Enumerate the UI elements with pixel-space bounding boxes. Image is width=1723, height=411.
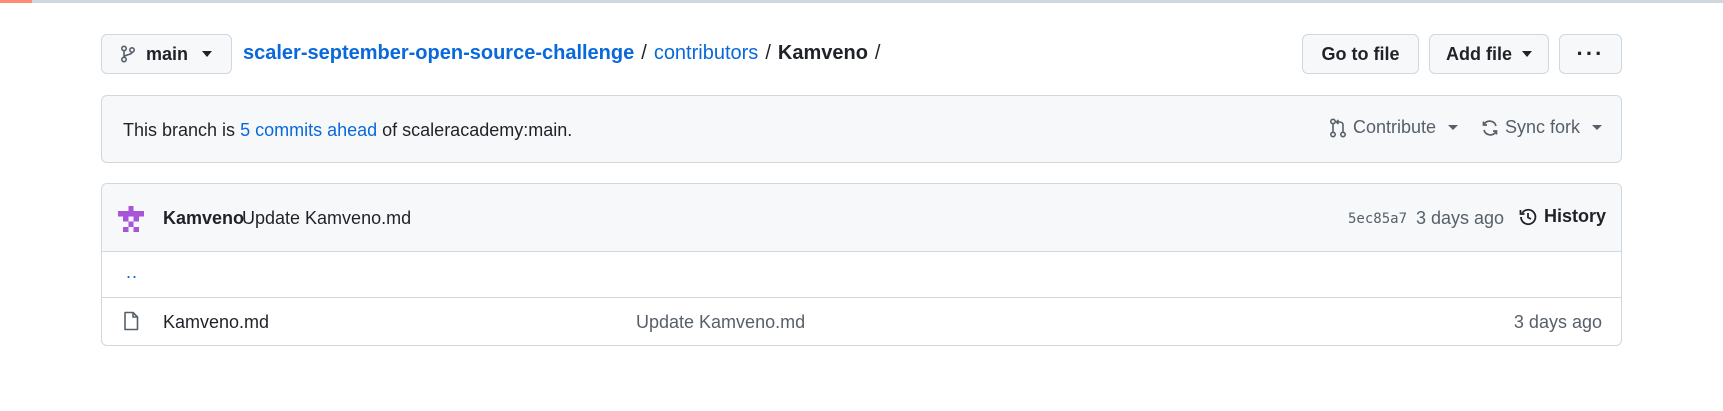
history-label: History: [1544, 206, 1607, 226]
commit-sha-link[interactable]: 5ec85a7: [1348, 211, 1407, 227]
contribute-button[interactable]: Contribute: [1329, 117, 1459, 138]
branch-status-text: This branch is 5 commits ahead of scaler…: [123, 120, 572, 141]
commits-ahead-link[interactable]: 5 commits ahead: [240, 120, 377, 140]
chevron-down-icon: [1448, 125, 1459, 130]
commit-author-link[interactable]: Kamveno: [163, 208, 244, 229]
page-load-progress: [0, 0, 32, 3]
history-link[interactable]: History: [1518, 206, 1606, 227]
top-border: [0, 0, 1723, 3]
branch-name: main: [146, 43, 189, 64]
breadcrumb-folder-link[interactable]: contributors: [654, 42, 759, 65]
breadcrumb: scaler-september-open-source-challenge /…: [243, 42, 887, 65]
commit-message-link[interactable]: Update Kamveno.md: [242, 208, 411, 229]
history-icon: [1519, 208, 1537, 225]
commit-time: 3 days ago: [1416, 208, 1505, 228]
latest-commit-row: Kamveno Update Kamveno.md 5ec85a7 3 days…: [102, 184, 1621, 252]
file-listing: Kamveno Update Kamveno.md 5ec85a7 3 days…: [101, 183, 1622, 346]
git-branch-icon: [120, 45, 136, 63]
chevron-down-icon: [1592, 125, 1603, 130]
table-row[interactable]: Kamveno.md Update Kamveno.md 3 days ago: [102, 298, 1621, 345]
breadcrumb-separator: /: [765, 42, 771, 64]
status-suffix: of scaleracademy:main.: [382, 120, 573, 140]
go-to-file-button[interactable]: Go to file: [1302, 34, 1419, 74]
git-pull-request-icon: [1329, 117, 1347, 138]
sync-icon: [1482, 119, 1498, 136]
chevron-down-icon: [202, 51, 213, 57]
file-commit-time: 3 days ago: [1513, 312, 1602, 332]
breadcrumb-separator: /: [874, 42, 881, 64]
contribute-label: Contribute: [1353, 117, 1437, 137]
breadcrumb-repo-link[interactable]: scaler-september-open-source-challenge: [243, 42, 634, 65]
more-options-button[interactable]: ···: [1559, 34, 1622, 74]
sync-fork-button[interactable]: Sync fork: [1481, 117, 1603, 138]
file-commit-message-link[interactable]: Update Kamveno.md: [636, 312, 805, 333]
file-icon: [124, 311, 139, 331]
parent-directory-row[interactable]: ..: [102, 252, 1621, 298]
sync-fork-label: Sync fork: [1505, 117, 1581, 137]
status-prefix: This branch is: [123, 120, 236, 140]
branch-selector-button[interactable]: main: [101, 34, 232, 74]
avatar[interactable]: [118, 206, 144, 232]
file-name-link[interactable]: Kamveno.md: [163, 312, 269, 333]
branch-status-bar: This branch is 5 commits ahead of scaler…: [101, 95, 1622, 163]
breadcrumb-current: Kamveno: [777, 42, 868, 64]
breadcrumb-separator: /: [641, 42, 647, 64]
add-file-button[interactable]: Add file: [1429, 34, 1549, 74]
add-file-label: Add file: [1446, 43, 1512, 64]
parent-directory-link[interactable]: ..: [126, 262, 138, 283]
chevron-down-icon: [1522, 51, 1532, 57]
